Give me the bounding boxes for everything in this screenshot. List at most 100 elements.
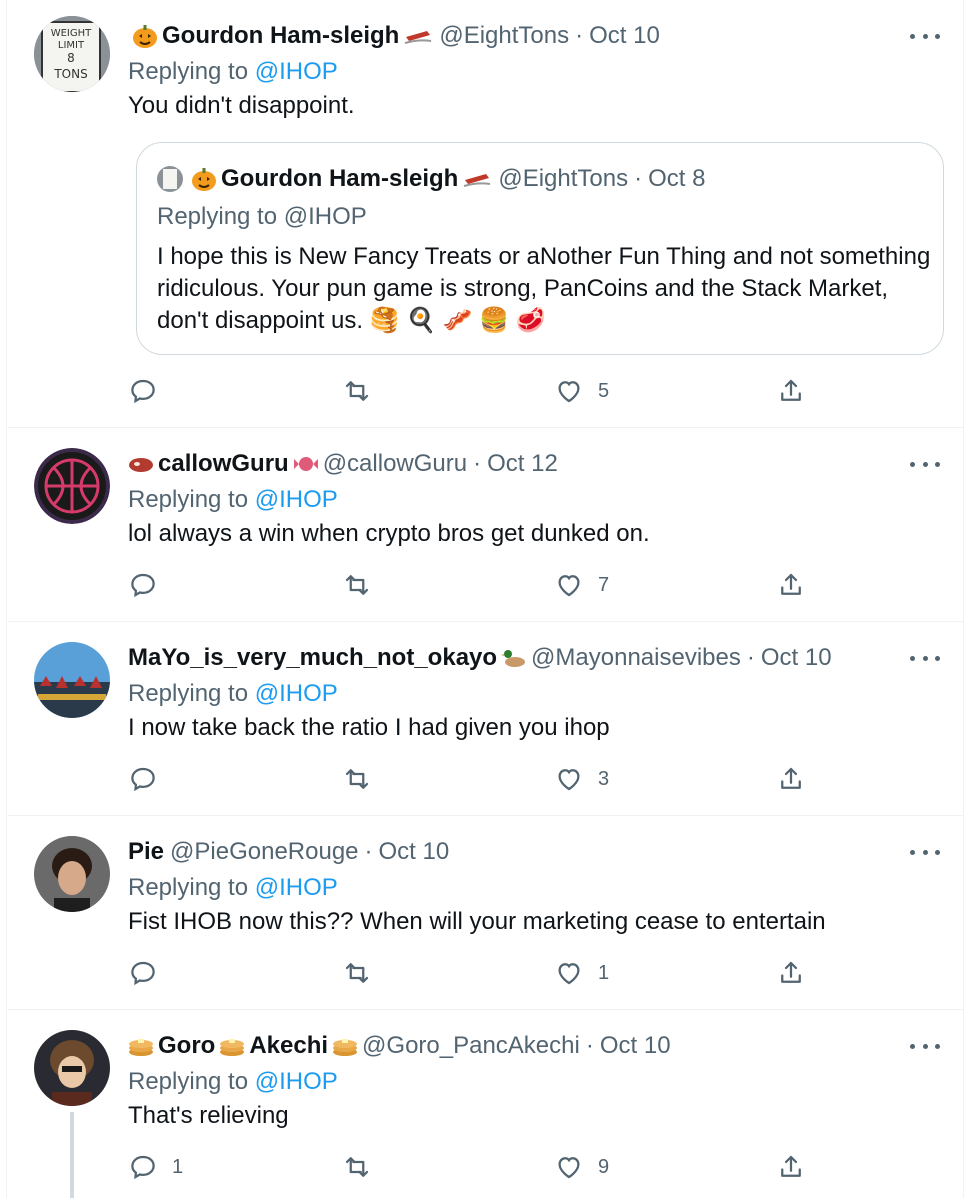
candy-emoji-icon: [293, 451, 319, 477]
replying-to-link[interactable]: @IHOP: [255, 680, 338, 707]
tweet[interactable]: MaYo_is_very_much_not_okayo @Mayonnaisev…: [8, 622, 964, 816]
avatar[interactable]: [34, 448, 110, 524]
handle[interactable]: @Goro_PancAkechi: [362, 1032, 580, 1060]
svg-text:TONS: TONS: [53, 67, 87, 81]
display-name-text: MaYo_is_very_much_not_okayo: [128, 644, 498, 671]
tweet-text: lol always a win when crypto bros get du…: [128, 520, 650, 547]
tweet[interactable]: Pie @PieGoneRouge · Oct 10 Replying to @…: [8, 816, 964, 1010]
tweet-header: Pie @PieGoneRouge · Oct 10: [128, 838, 450, 866]
display-name-text: Akechi: [249, 1032, 329, 1059]
reply-button[interactable]: [128, 570, 172, 600]
tweet-date[interactable]: Oct 12: [487, 450, 558, 478]
pancakes-emoji-icon: [128, 1033, 154, 1059]
tweet-date[interactable]: Oct 10: [600, 1032, 671, 1060]
quoted-date: Oct 8: [648, 165, 706, 192]
share-button[interactable]: [776, 764, 806, 794]
tweet-header: Gourdon Ham-sleigh @EightTons · Oct 10: [128, 20, 940, 52]
retweet-icon: [345, 1157, 369, 1177]
handle[interactable]: @EightTons: [439, 22, 569, 50]
more-icon[interactable]: [910, 842, 940, 862]
like-button[interactable]: 1: [554, 958, 609, 988]
retweet-icon: [345, 381, 369, 401]
reply-button[interactable]: [128, 376, 172, 406]
tweet-actions: 5: [128, 376, 828, 410]
more-icon[interactable]: [910, 26, 940, 46]
reply-icon: [131, 379, 155, 404]
tweet-date[interactable]: Oct 10: [761, 644, 832, 672]
tweet-text: Fist IHOB now this?? When will your mark…: [128, 908, 826, 935]
more-icon[interactable]: [910, 1036, 940, 1056]
replying-to-link[interactable]: @IHOP: [255, 874, 338, 901]
reply-feed: WEIGHT LIMIT 8 TONS Gourdon Ham-sleigh @…: [0, 0, 968, 1198]
avatar[interactable]: WEIGHT LIMIT 8 TONS: [34, 16, 110, 92]
display-name-text: callowGuru: [158, 450, 289, 477]
replying-to-link[interactable]: @IHOP: [255, 486, 338, 513]
replying-to: Replying to @IHOP: [128, 874, 338, 901]
quoted-tweet[interactable]: Gourdon Ham-sleigh @EightTons · Oct 8 Re…: [136, 142, 944, 355]
replying-to-link[interactable]: @IHOP: [255, 1068, 338, 1095]
tweet-text: You didn't disappoint.: [128, 92, 355, 119]
like-button[interactable]: 9: [554, 1152, 609, 1182]
pancakes-emoji-icon: [219, 1033, 245, 1059]
svg-text:8: 8: [67, 51, 75, 65]
like-button[interactable]: 5: [554, 376, 609, 406]
display-name[interactable]: callowGuru: [128, 450, 323, 478]
pumpkin-emoji-icon: [132, 23, 158, 49]
handle[interactable]: @callowGuru: [323, 450, 467, 478]
display-name[interactable]: MaYo_is_very_much_not_okayo: [128, 644, 531, 672]
reply-button[interactable]: [128, 764, 172, 794]
retweet-button[interactable]: [342, 1152, 386, 1182]
more-icon[interactable]: [910, 648, 940, 668]
tweet-actions: 3: [128, 764, 828, 798]
tweet-date[interactable]: Oct 10: [379, 838, 450, 866]
share-button[interactable]: [776, 1152, 806, 1182]
tweet-text: That's relieving: [128, 1102, 289, 1129]
replying-to: Replying to @IHOP: [128, 1068, 338, 1095]
heart-icon: [558, 963, 580, 985]
like-button[interactable]: 7: [554, 570, 609, 600]
more-icon[interactable]: [910, 454, 940, 474]
replying-to: Replying to @IHOP: [128, 58, 338, 85]
reply-button[interactable]: 1: [128, 1152, 183, 1182]
retweet-button[interactable]: [342, 958, 386, 988]
quoted-replying-to: Replying to @IHOP: [157, 203, 367, 230]
display-name-text: Goro: [158, 1032, 216, 1059]
tweet[interactable]: callowGuru @callowGuru · Oct 12 Replying…: [8, 428, 964, 622]
quoted-text: I hope this is New Fancy Treats or aNoth…: [157, 243, 931, 334]
reply-button[interactable]: [128, 958, 172, 988]
display-name[interactable]: Pie: [128, 838, 164, 866]
tweet-text: I now take back the ratio I had given yo…: [128, 714, 610, 741]
reply-icon: [131, 573, 155, 598]
tweet-actions: 7: [128, 570, 828, 604]
handle[interactable]: @PieGoneRouge: [170, 838, 358, 866]
replying-to-link[interactable]: @IHOP: [255, 58, 338, 85]
avatar[interactable]: [34, 1030, 110, 1106]
tweet[interactable]: Goro Akechi @Goro_PancAkechi · Oct 10 Re…: [8, 1010, 964, 1198]
thread-connector-line: [70, 1112, 74, 1198]
tweet[interactable]: WEIGHT LIMIT 8 TONS Gourdon Ham-sleigh @…: [8, 0, 964, 428]
share-button[interactable]: [776, 570, 806, 600]
retweet-button[interactable]: [342, 376, 386, 406]
replying-to: Replying to @IHOP: [128, 680, 338, 707]
display-name[interactable]: Goro Akechi: [128, 1032, 362, 1060]
tweet-date[interactable]: Oct 10: [589, 22, 660, 50]
handle[interactable]: @Mayonnaisevibes: [531, 644, 741, 672]
like-button[interactable]: 3: [554, 764, 609, 794]
avatar[interactable]: [34, 836, 110, 912]
share-button[interactable]: [776, 958, 806, 988]
steak-emoji-icon: [128, 451, 154, 477]
retweet-button[interactable]: [342, 570, 386, 600]
share-icon: [781, 767, 801, 789]
pancakes-emoji-icon: [332, 1033, 358, 1059]
tweet-actions: 1: [128, 958, 828, 992]
reply-icon: [131, 961, 155, 986]
display-name[interactable]: Gourdon Ham-sleigh: [128, 22, 439, 50]
quoted-handle: @EightTons: [498, 165, 629, 192]
retweet-button[interactable]: [342, 764, 386, 794]
tweet-actions: 1 9: [128, 1152, 828, 1186]
share-icon: [781, 1155, 801, 1177]
heart-icon: [558, 575, 580, 597]
avatar[interactable]: [34, 642, 110, 718]
share-button[interactable]: [776, 376, 806, 406]
duck-emoji-icon: [501, 645, 527, 671]
